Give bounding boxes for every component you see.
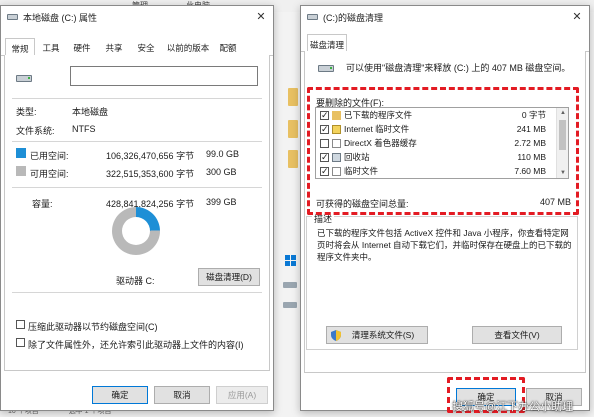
cleanup-intro-text: 可以使用"磁盘清理"来释放 (C:) 上的 407 MB 磁盘空间。 <box>346 63 571 73</box>
watermark: 搜狐号@江下办公小助理 <box>452 401 574 413</box>
file-checkbox[interactable] <box>320 151 329 164</box>
file-icon <box>332 167 341 176</box>
folder-icon[interactable] <box>288 88 298 106</box>
window-title: 本地磁盘 (C:) 属性 <box>23 13 97 23</box>
file-size: 110 MB <box>517 152 546 162</box>
index-drive-label[interactable]: 除了文件属性外，还允许索引此驱动器上文件的内容(I) <box>28 338 244 351</box>
close-button[interactable]: ✕ <box>253 9 269 25</box>
divider <box>12 187 262 188</box>
free-space-label: 可用空间: <box>30 169 69 179</box>
compress-drive-label[interactable]: 压缩此驱动器以节约磁盘空间(C) <box>28 320 158 333</box>
total-space-label: 可获得的磁盘空间总量: <box>316 199 409 209</box>
list-item[interactable]: Internet 临时文件 241 MB <box>316 123 556 136</box>
uac-shield-icon <box>331 330 341 341</box>
compress-drive-checkbox[interactable] <box>16 320 25 329</box>
description-title: 描述 <box>312 212 335 225</box>
folder-icon[interactable] <box>288 150 298 168</box>
divider <box>12 141 262 142</box>
drive-icon <box>16 68 34 82</box>
list-item[interactable]: 临时文件 7.60 MB <box>316 165 556 178</box>
drive-icon[interactable] <box>283 282 297 288</box>
divider <box>12 98 262 99</box>
apply-button[interactable]: 应用(A) <box>216 386 268 404</box>
used-space-bytes: 106,326,470,656 字节 <box>106 151 195 161</box>
disk-usage-donut-chart <box>112 207 160 255</box>
description-text: 已下载的程序文件包括 ActiveX 控件和 Java 小程序，你查看特定网页时… <box>317 228 572 262</box>
disk-cleanup-button[interactable]: 磁盘清理(D) <box>198 268 260 286</box>
capacity-gb: 399 GB <box>206 197 237 207</box>
file-size: 241 MB <box>516 124 546 134</box>
capacity-label: 容量: <box>32 199 53 209</box>
scroll-down-icon[interactable]: ▼ <box>557 168 568 178</box>
used-space-swatch <box>16 148 26 158</box>
divider <box>12 292 262 293</box>
tab-tools[interactable]: 工具 <box>37 40 65 56</box>
scroll-up-icon[interactable]: ▲ <box>557 108 568 118</box>
capacity-bytes: 428,841,824,256 字节 <box>106 199 195 209</box>
title-bar[interactable]: (C:)的磁盘清理 ✕ <box>301 6 589 28</box>
file-checkbox[interactable] <box>320 109 329 122</box>
drive-icon <box>7 12 18 20</box>
list-scrollbar[interactable]: ▲ ▼ <box>556 108 568 178</box>
tab-bar: 磁盘清理 <box>301 34 589 53</box>
disk-cleanup-icon <box>307 12 318 20</box>
index-drive-checkbox[interactable] <box>16 338 25 347</box>
file-icon <box>332 139 341 148</box>
drive-name-input[interactable] <box>70 66 258 86</box>
disk-cleanup-drive-icon <box>318 58 336 72</box>
file-checkbox[interactable] <box>320 139 329 148</box>
view-files-button[interactable]: 查看文件(V) <box>472 326 562 344</box>
free-space-gb: 300 GB <box>206 167 237 177</box>
file-name: 临时文件 <box>344 166 379 176</box>
scroll-thumb[interactable] <box>559 120 566 150</box>
recycle-bin-icon <box>332 153 341 162</box>
title-bar[interactable]: 本地磁盘 (C:) 属性 ✕ <box>1 6 273 28</box>
tab-quota[interactable]: 配额 <box>213 40 243 56</box>
windows-logo-icon <box>285 255 297 267</box>
tab-bar: 常规 工具 硬件 共享 安全 以前的版本 配额 <box>1 38 273 57</box>
filesystem-label: 文件系统: <box>16 126 55 136</box>
clean-system-files-label: 清理系统文件(S) <box>351 330 415 340</box>
folder-icon[interactable] <box>288 120 298 138</box>
list-item[interactable]: DirectX 着色器缓存 2.72 MB <box>316 137 556 150</box>
window-title: (C:)的磁盘清理 <box>323 13 383 23</box>
list-item[interactable]: 已下载的程序文件 0 字节 <box>316 109 556 122</box>
list-item[interactable]: 回收站 110 MB <box>316 151 556 164</box>
file-name: 回收站 <box>344 152 370 162</box>
file-checkbox[interactable] <box>320 123 329 136</box>
folder-icon <box>332 111 341 120</box>
file-size: 0 字节 <box>521 110 546 120</box>
drive-icon[interactable] <box>283 302 297 308</box>
total-space-value: 407 MB <box>540 197 572 207</box>
file-size: 7.60 MB <box>514 166 546 176</box>
lock-icon <box>332 125 341 134</box>
cancel-button[interactable]: 取消 <box>154 386 210 404</box>
close-button[interactable]: ✕ <box>569 9 585 25</box>
file-checkbox[interactable] <box>320 165 329 178</box>
free-space-swatch <box>16 166 26 176</box>
file-name: DirectX 着色器缓存 <box>344 138 417 148</box>
type-label: 类型: <box>16 107 37 117</box>
tab-security[interactable]: 安全 <box>131 40 161 56</box>
used-space-gb: 99.0 GB <box>206 149 240 159</box>
tab-sharing[interactable]: 共享 <box>99 40 129 56</box>
tab-hardware[interactable]: 硬件 <box>67 40 97 56</box>
file-size: 2.72 MB <box>514 138 546 148</box>
file-name: Internet 临时文件 <box>344 124 410 134</box>
type-value: 本地磁盘 <box>72 107 109 117</box>
used-space-label: 已用空间: <box>30 151 69 161</box>
filesystem-value: NTFS <box>72 124 96 134</box>
clean-system-files-button[interactable]: 清理系统文件(S) <box>326 326 428 344</box>
files-to-delete-list[interactable]: 临时文件 7.60 MB 回收站 110 MB DirectX 着色器缓存 2.72 MB… <box>315 107 569 179</box>
ok-button[interactable]: 确定 <box>92 386 148 404</box>
free-space-bytes: 322,515,353,600 字节 <box>106 169 195 179</box>
file-name: 已下载的程序文件 <box>344 110 413 120</box>
tab-previous-versions[interactable]: 以前的版本 <box>163 40 213 56</box>
drive-letter-label: 驱动器 C: <box>116 276 155 286</box>
